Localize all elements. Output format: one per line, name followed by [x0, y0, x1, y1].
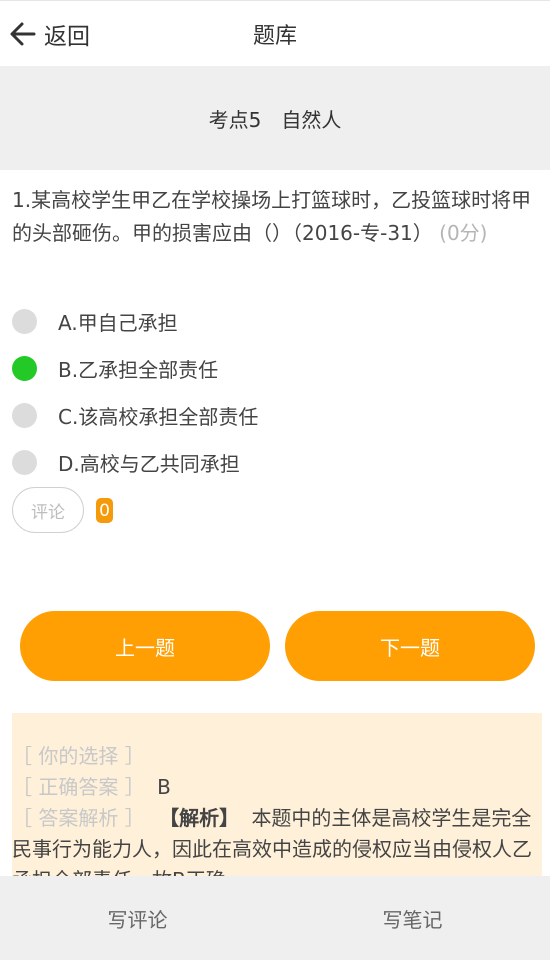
option-a-label: A.甲自己承担: [58, 310, 178, 335]
option-b[interactable]: B.乙承担全部责任: [12, 353, 218, 383]
explanation-row: ［ 答案解析 ］ 【解析】 本题中的主体是高校学生是完全民事行为能力人，因此在高…: [12, 803, 542, 876]
option-b-label: B.乙承担全部责任: [58, 357, 219, 382]
radio-d[interactable]: [12, 449, 37, 475]
page-title: 题库: [252, 24, 297, 49]
analysis-content: ［ 你的选择 ］ ［ 正确答案 ］ B ［ 答案解析 ］ 【解析】 本题中的主体…: [12, 741, 542, 876]
next-question-button[interactable]: 下一题: [285, 611, 535, 681]
your-choice-row: ［ 你的选择 ］: [12, 741, 542, 772]
write-comment-button[interactable]: 写评论: [0, 876, 275, 960]
your-choice-label: ［ 你的选择 ］: [12, 744, 145, 768]
section-header: 考点5 自然人: [0, 66, 550, 170]
question-score: (0分): [439, 221, 488, 245]
correct-answer-row: ［ 正确答案 ］ B: [12, 772, 542, 803]
comment-count-badge: 0: [96, 498, 113, 523]
question-text: 1.某高校学生甲乙在学校操场上打篮球时，乙投篮球时将甲的头部砸伤。甲的损害应由（…: [12, 184, 542, 250]
write-note-button[interactable]: 写笔记: [275, 876, 550, 960]
option-c[interactable]: C.该高校承担全部责任: [12, 400, 258, 430]
correct-answer-value: B: [157, 775, 171, 799]
option-c-label: C.该高校承担全部责任: [58, 404, 259, 429]
top-bar: 返回 题库: [0, 0, 550, 66]
section-title: 考点5 自然人: [208, 107, 342, 132]
answer-analysis-panel: ［ 你的选择 ］ ［ 正确答案 ］ B ［ 答案解析 ］ 【解析】 本题中的主体…: [12, 713, 542, 876]
explanation-prefix: 【解析】: [159, 806, 240, 830]
radio-b[interactable]: [12, 355, 37, 381]
option-d[interactable]: D.高校与乙共同承担: [12, 447, 240, 477]
option-a[interactable]: A.甲自己承担: [12, 306, 178, 336]
option-d-label: D.高校与乙共同承担: [58, 451, 240, 476]
correct-answer-label: ［ 正确答案 ］: [12, 775, 145, 799]
explanation-label: ［ 答案解析 ］: [12, 806, 145, 830]
comment-button[interactable]: 评论: [12, 487, 84, 533]
bottom-toolbar: 写评论 写笔记: [0, 876, 550, 960]
radio-c[interactable]: [12, 402, 37, 428]
prev-question-button[interactable]: 上一题: [20, 611, 270, 681]
radio-a[interactable]: [12, 308, 37, 334]
